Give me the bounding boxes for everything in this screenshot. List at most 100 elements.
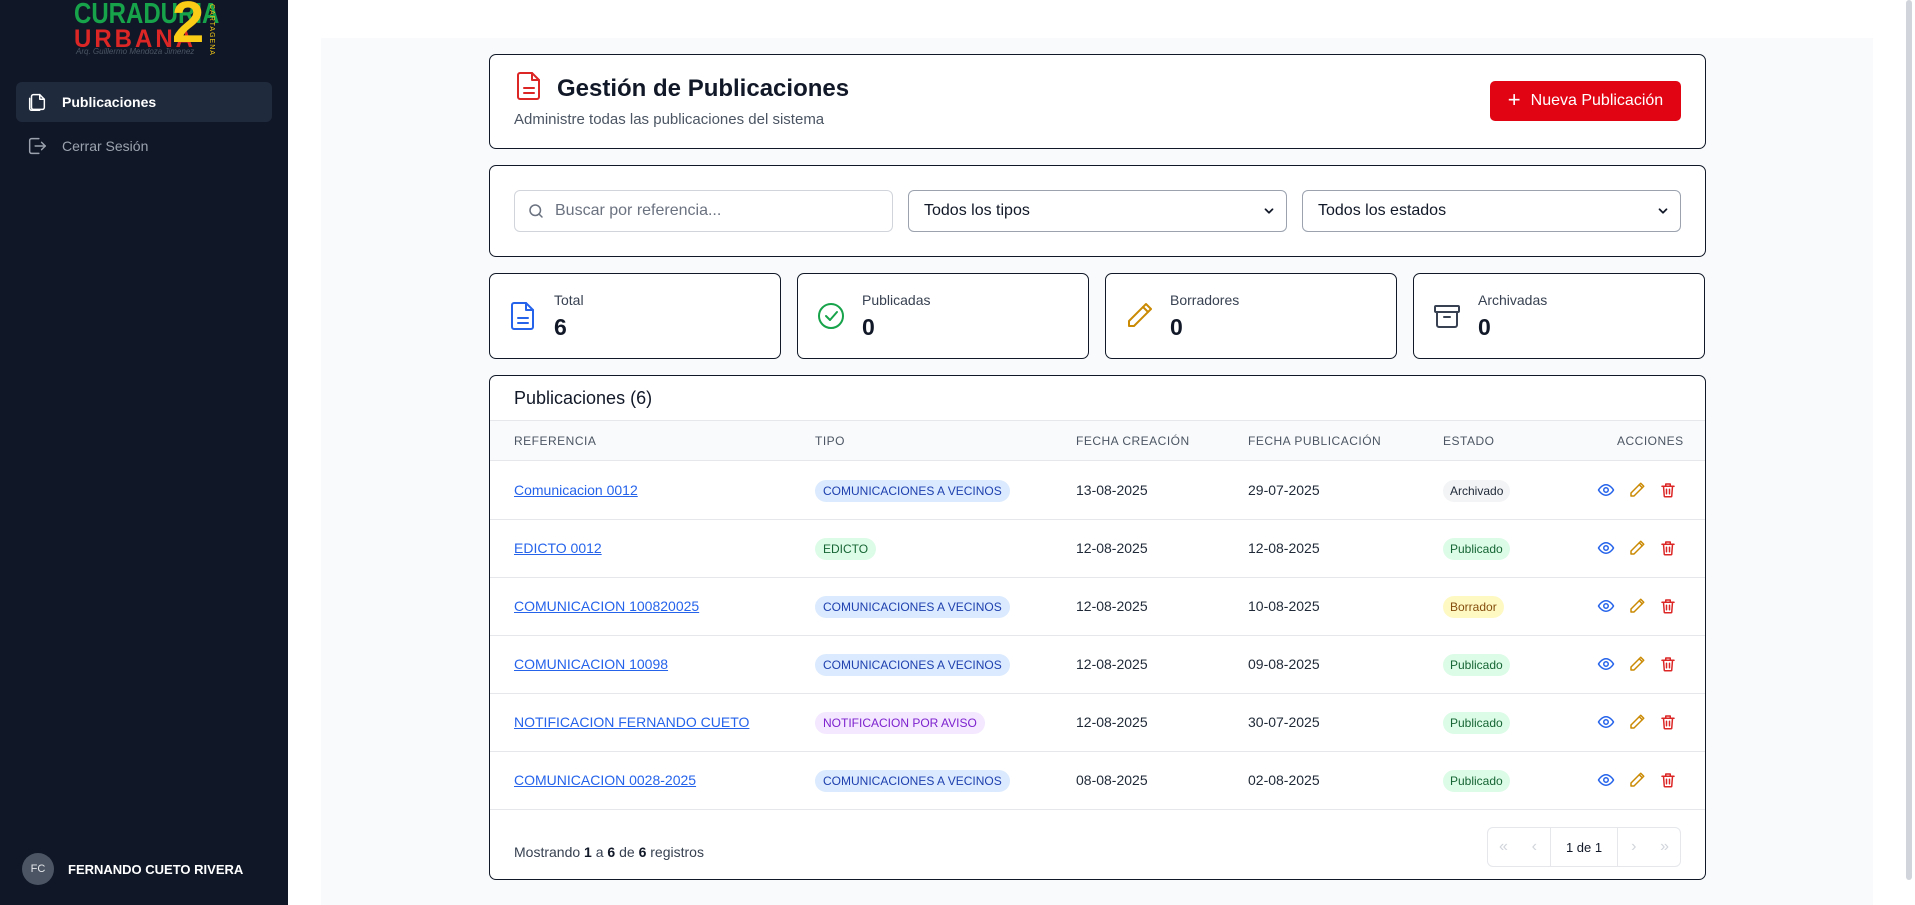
sidebar-item-cerrar-sesion[interactable]: Cerrar Sesión [16,126,272,166]
summary-from: 1 [584,844,592,860]
creation-date: 12-08-2025 [1076,714,1148,730]
status-badge: Archivado [1443,480,1511,502]
current-page: 1 de 1 [1549,828,1619,866]
view-eye-icon[interactable] [1597,539,1615,557]
new-publication-button[interactable]: + Nueva Publicación [1490,81,1681,121]
delete-trash-icon[interactable] [1659,713,1677,731]
stat-card-publicadas: Publicadas 0 [797,273,1089,359]
column-header-estado: ESTADO [1443,434,1495,448]
page-subtitle: Administre todas las publicaciones del s… [514,111,825,128]
stat-label: Archivadas [1478,292,1548,308]
publication-date: 29-07-2025 [1248,482,1320,498]
type-select-value: Todos los tipos [924,202,1030,219]
search-input[interactable] [555,202,875,220]
edit-pencil-icon[interactable] [1628,481,1646,499]
status-badge: Publicado [1443,712,1510,734]
sidebar-item-label: Publicaciones [62,94,157,110]
stat-value: 0 [1478,314,1491,340]
sidebar-item-label: Cerrar Sesión [62,138,149,154]
summary-suffix: registros [650,844,704,860]
pagination: « ‹ 1 de 1 › » [1487,827,1681,867]
avatar: FC [22,853,54,885]
reference-link[interactable]: Comunicacion 0012 [514,482,638,498]
edit-pencil-icon[interactable] [1628,597,1646,615]
view-eye-icon[interactable] [1597,713,1615,731]
table-row: Comunicacion 0012 COMUNICACIONES A VECINO… [490,462,1705,520]
reference-link[interactable]: NOTIFICACION FERNANDO CUETO [514,714,749,730]
pencil-icon [1128,303,1152,327]
page-scrollbar[interactable] [1903,0,1915,905]
prev-page-icon[interactable]: ‹ [1519,828,1550,866]
publication-date: 02-08-2025 [1248,772,1320,788]
page-header-card: Gestión de Publicaciones Administre toda… [489,54,1706,149]
creation-date: 08-08-2025 [1076,772,1148,788]
creation-date: 12-08-2025 [1076,540,1148,556]
next-page-icon[interactable]: › [1618,828,1649,866]
edit-pencil-icon[interactable] [1628,655,1646,673]
publications-table: Publicaciones (6) REFERENCIA TIPO FECHA … [489,375,1706,880]
last-page-icon[interactable]: » [1649,828,1680,866]
stat-value: 0 [1170,314,1183,340]
logo-number: 2 [172,0,205,55]
reference-link[interactable]: COMUNICACION 100820025 [514,598,699,614]
table-row: NOTIFICACION FERNANDO CUETO NOTIFICACION … [490,694,1705,752]
edit-pencil-icon[interactable] [1628,713,1646,731]
table-row: COMUNICACION 0028-2025 COMUNICACIONES A V… [490,752,1705,810]
search-field[interactable] [514,190,893,232]
column-header-fecha-publicacion: FECHA PUBLICACIÓN [1248,434,1382,448]
edit-pencil-icon[interactable] [1628,771,1646,789]
delete-trash-icon[interactable] [1659,481,1677,499]
stat-label: Total [554,292,584,308]
creation-date: 13-08-2025 [1076,482,1148,498]
plus-icon: + [1507,87,1521,112]
reference-link[interactable]: EDICTO 0012 [514,540,602,556]
user-name: FERNANDO CUETO RIVERA [68,861,244,877]
stat-value: 0 [862,314,875,340]
view-eye-icon[interactable] [1597,655,1615,673]
status-badge: Publicado [1443,654,1510,676]
first-page-icon[interactable]: « [1488,828,1519,866]
column-header-tipo: TIPO [815,434,846,448]
stat-value: 6 [554,314,567,340]
type-badge: COMUNICACIONES A VECINOS [815,654,1010,676]
logo-side-text: CARTAGENA [208,4,215,56]
edit-pencil-icon[interactable] [1628,539,1646,557]
view-eye-icon[interactable] [1597,597,1615,615]
file-text-icon [517,72,540,100]
column-header-fecha-creacion: FECHA CREACIÓN [1076,434,1190,448]
view-eye-icon[interactable] [1597,481,1615,499]
logout-icon [28,137,46,155]
summary-to: 6 [607,844,616,860]
sidebar: CURADURIA URBANA 2 CARTAGENA Arq. Guille… [0,0,288,905]
stat-card-archivadas: Archivadas 0 [1413,273,1705,359]
delete-trash-icon[interactable] [1659,771,1677,789]
publication-date: 30-07-2025 [1248,714,1320,730]
archive-icon [1434,305,1460,328]
table-row: COMUNICACION 100820025 COMUNICACIONES A V… [490,578,1705,636]
delete-trash-icon[interactable] [1659,539,1677,557]
stat-label: Borradores [1170,292,1240,308]
status-select[interactable]: Todos los estados [1302,190,1681,232]
reference-link[interactable]: COMUNICACION 10098 [514,656,668,672]
stat-card-borradores: Borradores 0 [1105,273,1397,359]
stat-card-total: Total 6 [489,273,781,359]
type-badge: COMUNICACIONES A VECINOS [815,596,1010,618]
status-badge: Borrador [1443,596,1504,618]
creation-date: 12-08-2025 [1076,656,1148,672]
user-profile[interactable]: FC FERNANDO CUETO RIVERA [22,853,243,885]
sidebar-item-publicaciones[interactable]: Publicaciones [16,82,272,122]
summary-de: de [619,844,635,860]
creation-date: 12-08-2025 [1076,598,1148,614]
reference-link[interactable]: COMUNICACION 0028-2025 [514,772,696,788]
status-badge: Publicado [1443,770,1510,792]
delete-trash-icon[interactable] [1659,655,1677,673]
delete-trash-icon[interactable] [1659,597,1677,615]
publication-date: 12-08-2025 [1248,540,1320,556]
type-badge: COMUNICACIONES A VECINOS [815,480,1010,502]
view-eye-icon[interactable] [1597,771,1615,789]
filters-card: Todos los tipos Todos los estados [489,165,1706,257]
scrollbar-thumb[interactable] [1906,0,1912,880]
type-select[interactable]: Todos los tipos [908,190,1287,232]
column-header-referencia: REFERENCIA [514,434,597,448]
logo: CURADURIA URBANA 2 CARTAGENA Arq. Guille… [72,0,222,60]
